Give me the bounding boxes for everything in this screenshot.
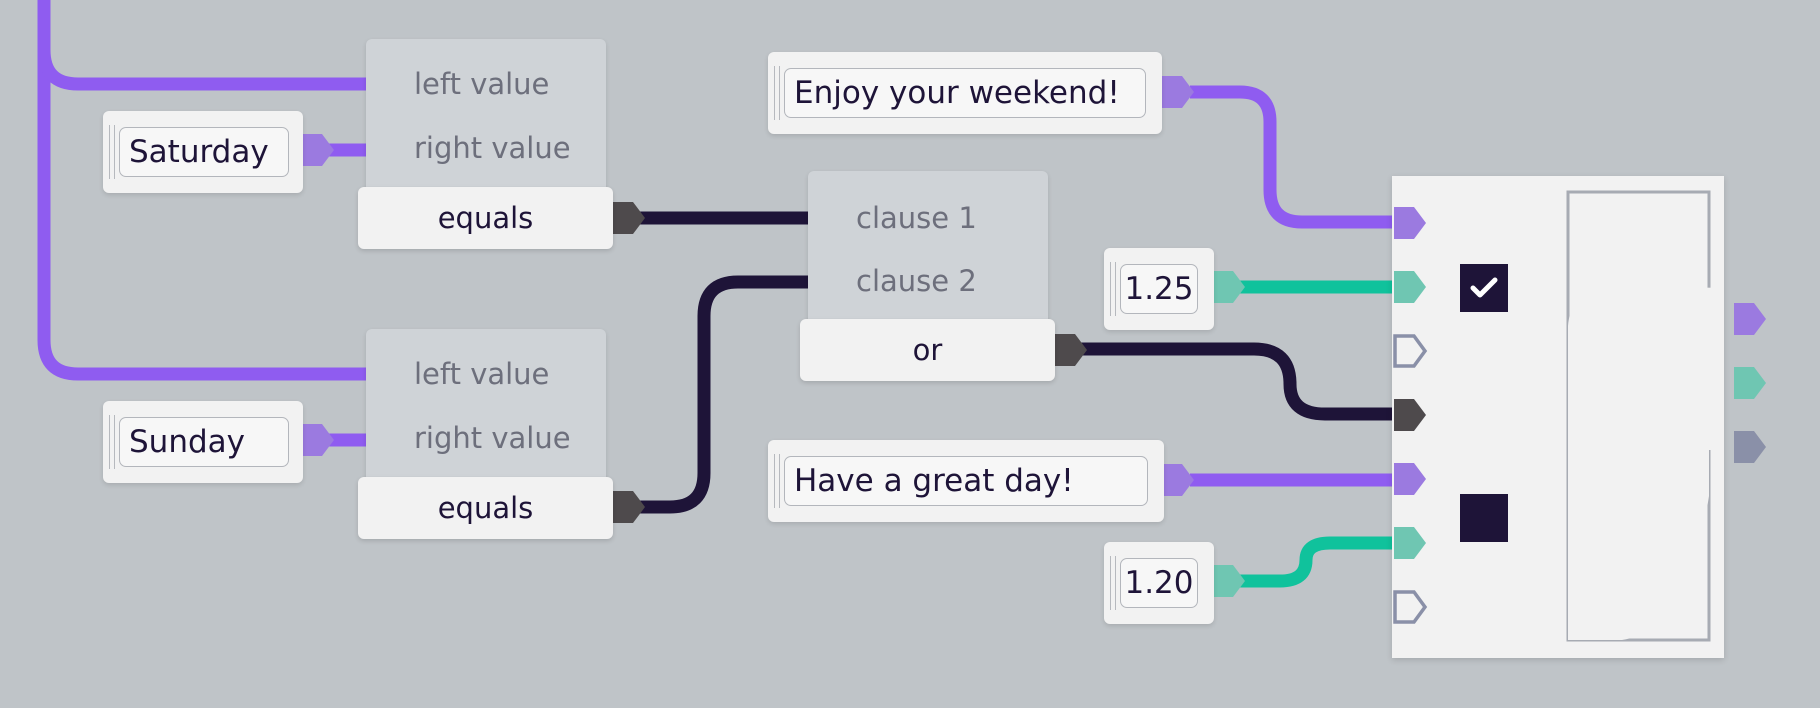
number-input-b[interactable]: 1.20 [1120,558,1198,608]
sunday-input[interactable]: Sunday [119,417,289,467]
weekday-message-input[interactable]: Have a great day! [784,456,1148,506]
equals-button-bottom[interactable]: equals [358,477,613,539]
sunday-input-node[interactable]: Sunday [103,401,303,483]
drag-handle[interactable] [774,66,780,120]
checkmark-icon [1470,277,1498,298]
left-value-label: left value [414,357,550,391]
weekday-message-node[interactable]: Have a great day! [768,440,1164,522]
or-node[interactable]: clause 1 clause 2 [808,171,1048,331]
drag-handle[interactable] [109,125,115,179]
left-value-label: left value [414,67,550,101]
number-input-a[interactable]: 1.25 [1120,264,1198,314]
port-value-b-out [1213,565,1245,597]
equals-node-top[interactable]: left value right value [366,39,606,199]
saturday-input-node[interactable]: Saturday [103,111,303,193]
right-value-label: right value [414,131,571,165]
drag-handle[interactable] [1110,556,1116,610]
clause-2-label: clause 2 [856,264,977,298]
weekend-message-node[interactable]: Enjoy your weekend! [768,52,1162,134]
right-value-label: right value [414,421,571,455]
port-or-out [1055,334,1087,366]
clause-1-label: clause 1 [856,201,977,235]
checkbox-unchecked[interactable] [1460,494,1508,542]
saturday-input[interactable]: Saturday [119,127,289,177]
port-weekend-message-out [1162,76,1194,108]
number-wire-value-b [1234,536,1394,588]
port-equals-bottom-out [613,491,645,523]
number-node-a[interactable]: 1.25 [1104,248,1214,330]
output-preview [1566,190,1724,642]
drag-handle[interactable] [774,454,780,508]
output-node[interactable] [1392,176,1724,658]
string-wire-weekend-message [1190,85,1394,229]
port-equals-top-out [613,202,645,234]
checkbox-checked[interactable] [1460,264,1508,312]
equals-button-top[interactable]: equals [358,187,613,249]
drag-handle[interactable] [109,415,115,469]
port-value-a-out [1213,271,1245,303]
port-saturday-out [302,134,334,166]
drag-handle[interactable] [1110,262,1116,316]
boolean-wire-or [1078,342,1394,421]
string-wire-source-top [37,49,370,91]
equals-node-bottom[interactable]: left value right value [366,329,606,489]
port-weekday-message-out [1162,464,1194,496]
number-node-b[interactable]: 1.20 [1104,542,1214,624]
weekend-message-input[interactable]: Enjoy your weekend! [784,68,1146,118]
port-sunday-out [302,424,334,456]
or-button[interactable]: or [800,319,1055,381]
